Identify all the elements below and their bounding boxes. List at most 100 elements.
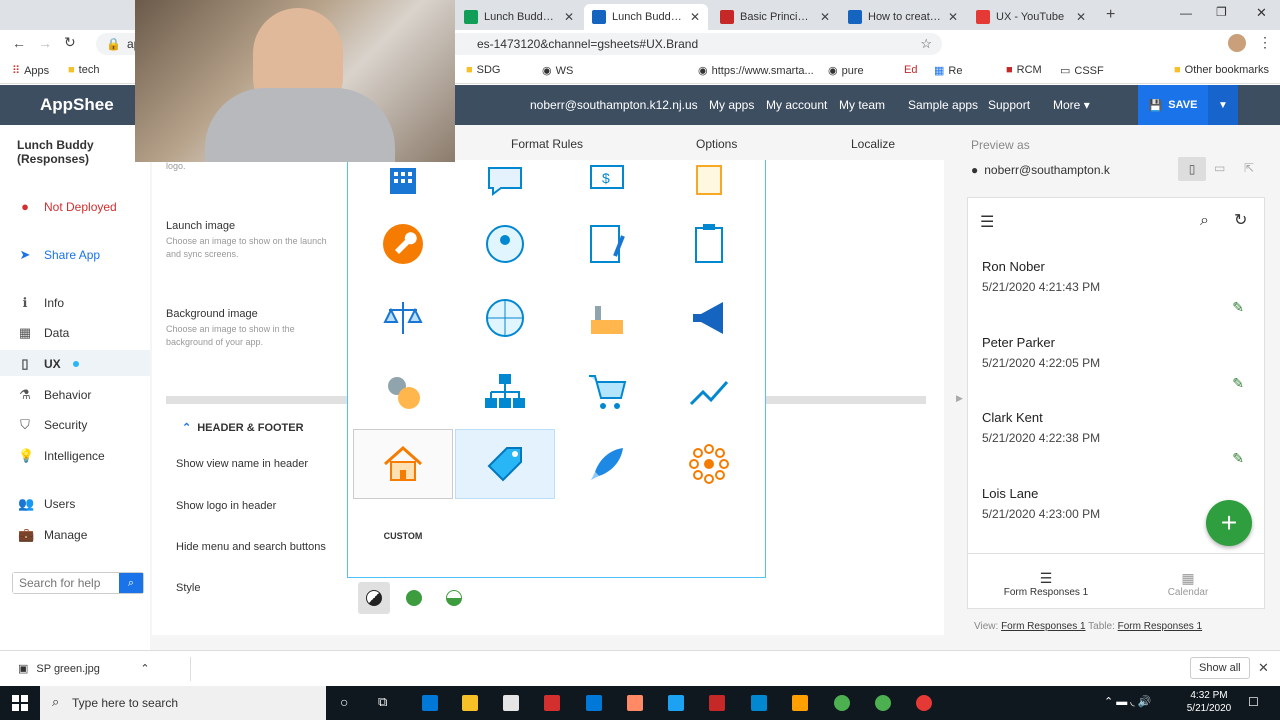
edit-icon[interactable]: ✎: [1232, 450, 1244, 467]
bookmark-other[interactable]: ■ Other bookmarks: [1174, 64, 1269, 76]
sidebar-item-ux[interactable]: ▯ UX: [18, 356, 79, 372]
bookmark-smarta[interactable]: ◉ https://www.smarta...: [698, 64, 814, 78]
system-tray[interactable]: ⌃ ▬ ◟ 🔊: [1104, 695, 1151, 708]
bookmark-apps[interactable]: ⠿ Apps: [12, 64, 49, 78]
download-item[interactable]: ▣ SP green.jpg ⌃: [18, 662, 150, 676]
clock[interactable]: 4:32 PM 5/21/2020: [1184, 689, 1234, 715]
icon-option[interactable]: [455, 357, 555, 427]
icon-option[interactable]: [557, 209, 657, 279]
add-fab-button[interactable]: +: [1206, 500, 1252, 546]
save-button[interactable]: 💾 SAVE: [1138, 85, 1208, 125]
list-item[interactable]: Ron Nober 5/21/2020 4:21:43 PM ✎: [982, 259, 1252, 315]
footer-tab-calendar[interactable]: ▦ Calendar: [1138, 570, 1238, 598]
close-icon[interactable]: ✕: [820, 10, 830, 24]
explorer-icon[interactable]: [462, 695, 478, 711]
nav-sample-apps[interactable]: Sample apps: [908, 98, 978, 112]
icon-option[interactable]: [659, 357, 759, 427]
style-option-dark[interactable]: [358, 582, 390, 614]
appsheet-logo[interactable]: AppShee: [40, 95, 114, 115]
sidebar-item-users[interactable]: 👥 Users: [18, 496, 75, 512]
close-icon[interactable]: ✕: [1076, 10, 1086, 24]
icon-option[interactable]: [353, 283, 453, 353]
refresh-icon[interactable]: ↻: [1234, 210, 1247, 230]
notification-icon[interactable]: ☐: [1248, 695, 1259, 709]
minimize-button[interactable]: —: [1180, 6, 1192, 20]
icon-option[interactable]: [353, 357, 453, 427]
new-tab-button[interactable]: +: [1106, 6, 1115, 24]
section-header-footer[interactable]: ⌃ HEADER & FOOTER: [182, 421, 304, 434]
app-icon[interactable]: [544, 695, 560, 711]
footer-tab-form-responses[interactable]: ☰ Form Responses 1: [996, 570, 1096, 598]
style-option-green[interactable]: [406, 590, 422, 606]
sidebar-item-info[interactable]: ℹ Info: [18, 295, 65, 311]
bookmark-cssf[interactable]: ▭ CSSF: [1060, 64, 1104, 78]
edit-icon[interactable]: ✎: [1232, 299, 1244, 316]
close-icon[interactable]: ✕: [690, 10, 700, 24]
task-view-icon[interactable]: ⧉: [378, 694, 387, 710]
mail-icon[interactable]: [586, 695, 602, 711]
app-icon[interactable]: [709, 695, 725, 711]
chrome-icon[interactable]: [834, 695, 850, 711]
edit-icon[interactable]: ✎: [1232, 375, 1244, 392]
nav-my-account[interactable]: My account: [766, 98, 827, 112]
star-icon[interactable]: ☆: [920, 36, 932, 52]
app-icon[interactable]: [792, 695, 808, 711]
nav-my-apps[interactable]: My apps: [709, 98, 754, 112]
browser-tab-5[interactable]: UX - YouTube ✕: [968, 4, 1094, 30]
sidebar-item-data[interactable]: ▦ Data: [18, 325, 70, 341]
icon-option[interactable]: [659, 209, 759, 279]
open-external-icon[interactable]: ⇱: [1244, 161, 1254, 175]
icon-option-hovered[interactable]: [455, 429, 555, 499]
icon-option[interactable]: [455, 209, 555, 279]
icon-option[interactable]: [353, 209, 453, 279]
bookmark-rcm[interactable]: ■ RCM: [1006, 64, 1042, 76]
icon-option[interactable]: [659, 146, 759, 216]
forward-icon[interactable]: →: [38, 35, 52, 51]
icon-option[interactable]: [557, 283, 657, 353]
icon-option[interactable]: [659, 283, 759, 353]
save-dropdown-button[interactable]: ▼: [1208, 85, 1238, 125]
back-icon[interactable]: ←: [12, 35, 26, 51]
nav-support[interactable]: Support: [988, 98, 1030, 112]
app-icon[interactable]: [751, 695, 767, 711]
bookmark-pure[interactable]: ◉ pure: [828, 64, 864, 78]
edge-icon[interactable]: [422, 695, 438, 711]
store-icon[interactable]: [503, 695, 519, 711]
taskbar-search[interactable]: ⌕ Type here to search: [40, 686, 326, 720]
app-icon[interactable]: [627, 695, 643, 711]
tablet-view-icon[interactable]: ▭: [1214, 161, 1225, 175]
sidebar-item-behavior[interactable]: ⚗ Behavior: [18, 387, 91, 403]
tab-localize[interactable]: Localize: [851, 137, 895, 151]
sidebar-item-manage[interactable]: 💼 Manage: [18, 527, 87, 543]
browser-tab-3[interactable]: Basic Principles o ✕: [712, 4, 838, 30]
show-all-button[interactable]: Show all: [1190, 657, 1250, 679]
sidebar-item-security[interactable]: ⛉ Security: [18, 417, 87, 433]
custom-icon-button[interactable]: CUSTOM: [353, 508, 453, 564]
twitter-icon[interactable]: [668, 695, 684, 711]
browser-tab-4[interactable]: How to create a ✕: [840, 4, 966, 30]
icon-option[interactable]: $: [557, 146, 657, 216]
close-window-button[interactable]: ✕: [1256, 5, 1267, 21]
nav-more[interactable]: More ▾: [1053, 98, 1090, 112]
icon-option[interactable]: [455, 283, 555, 353]
icon-option-selected[interactable]: [353, 429, 453, 499]
sort-menu-icon[interactable]: ☰: [980, 212, 994, 232]
share-app-item[interactable]: ➤ Share App: [18, 247, 101, 263]
close-icon[interactable]: ✕: [948, 10, 958, 24]
bookmark-tech[interactable]: ■ tech: [68, 64, 99, 76]
collapse-arrow-icon[interactable]: ▶: [956, 393, 963, 404]
windows-start-icon[interactable]: [12, 695, 28, 711]
list-item[interactable]: Peter Parker 5/21/2020 4:22:05 PM ✎: [982, 335, 1252, 391]
browser-tab-2[interactable]: Lunch Buddy (Re ✕: [584, 4, 708, 30]
style-option-half-green[interactable]: [446, 590, 462, 606]
nav-my-team[interactable]: My team: [839, 98, 885, 112]
list-item[interactable]: Clark Kent 5/21/2020 4:22:38 PM ✎: [982, 410, 1252, 466]
avatar[interactable]: [1228, 34, 1246, 52]
phone-view-icon[interactable]: ▯: [1178, 157, 1206, 181]
sidebar-item-intelligence[interactable]: 💡 Intelligence: [18, 448, 105, 464]
close-icon[interactable]: ✕: [1258, 660, 1269, 676]
search-icon[interactable]: ⌕: [1200, 212, 1209, 230]
not-deployed-item[interactable]: ● Not Deployed: [18, 199, 117, 214]
icon-option[interactable]: [455, 146, 555, 216]
bookmark-sdg[interactable]: ■ SDG: [466, 64, 501, 76]
